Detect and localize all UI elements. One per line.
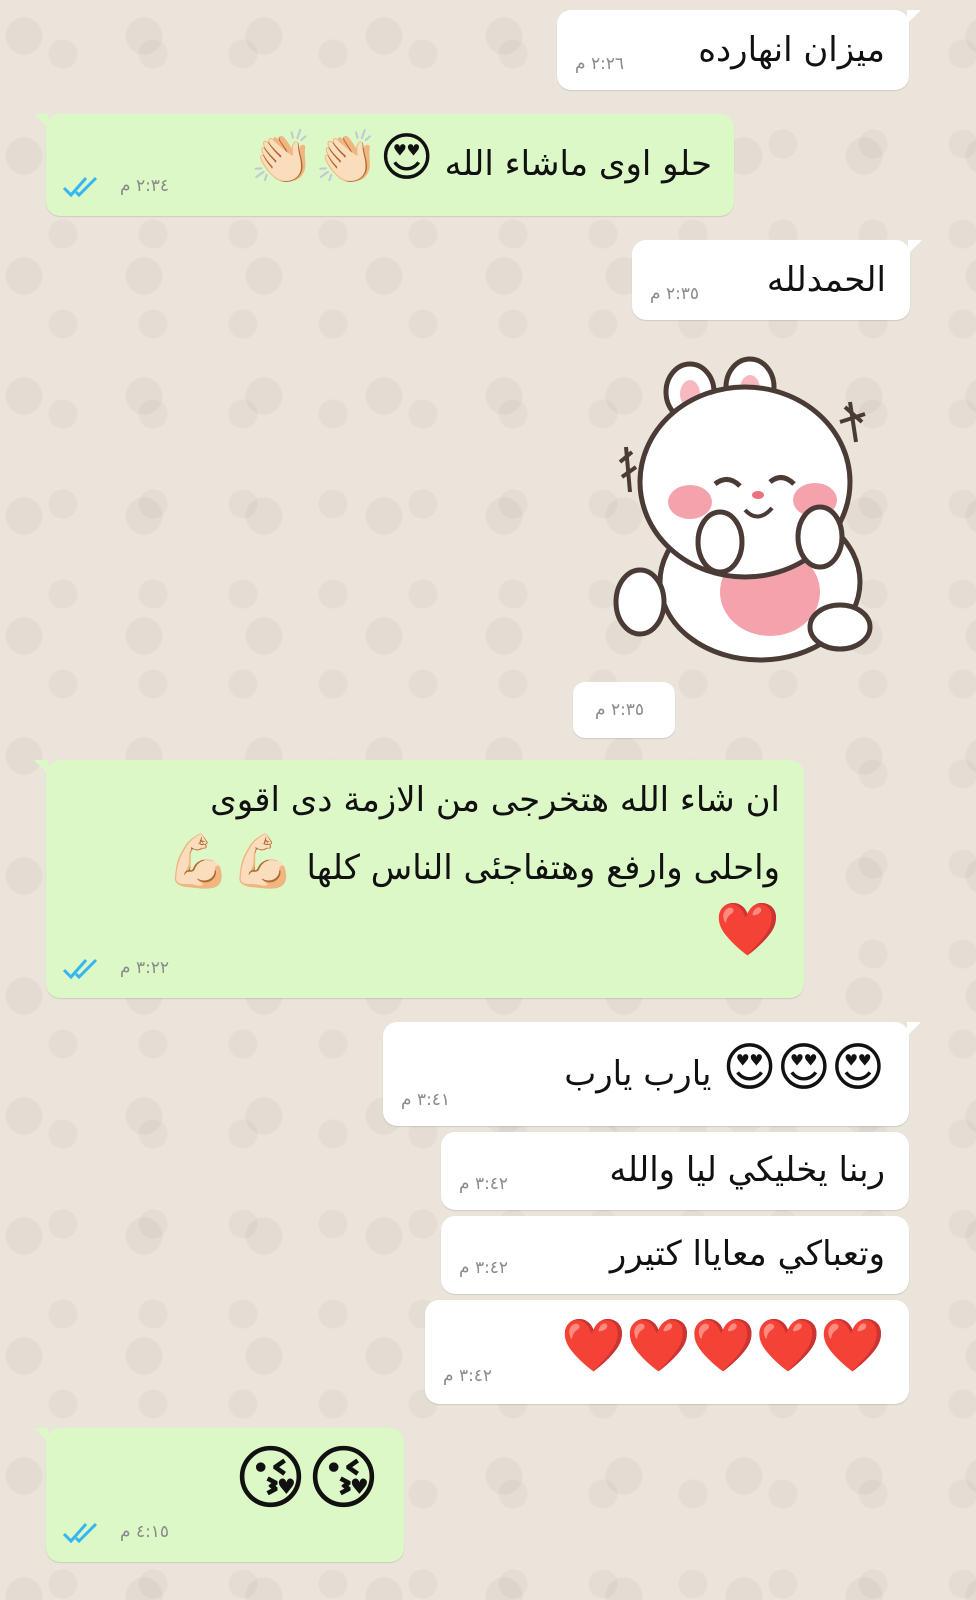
face-blowing-kiss-emoji: 😘 [307, 1437, 380, 1519]
red-heart-emoji: ❤️ [715, 900, 780, 960]
red-heart-emoji: ❤️ [690, 1316, 756, 1376]
message-bubble[interactable]: 😘😘 ٤:١٥ م [34, 1428, 404, 1562]
message-line: واحلى وارفع وهتفاجئى الناس كلها 💪🏻💪🏻 [66, 832, 780, 900]
message-text: ربنا يخليكي ليا والله [609, 1150, 885, 1190]
message-time: ٢:٢٦ م [575, 54, 625, 74]
flexed-biceps-emoji: 💪🏻 [166, 832, 231, 892]
message-time: ٣:٤٢ م [459, 1174, 509, 1194]
clapping-hands-emoji: 👏🏻 [314, 128, 380, 188]
bunny-sticker[interactable] [610, 352, 880, 672]
message-time: ٣:٤٢ م [443, 1366, 493, 1386]
read-receipt-icon [62, 176, 98, 198]
red-heart-emoji: ❤️ [820, 1316, 885, 1376]
message-time: ٣:٤٢ م [459, 1258, 509, 1278]
message-line: ان شاء الله هتخرجى من الازمة دى اقوى [210, 780, 780, 820]
heart-eyes-emoji: 😍 [379, 128, 434, 188]
message-bubble[interactable]: ميزان انهارده ٢:٢٦ م [557, 10, 921, 90]
message-text: ❤️❤️❤️❤️❤️ [535, 1316, 885, 1384]
message-time: ٤:١٥ م [120, 1522, 170, 1542]
message-bubble[interactable]: حلو اوى ماشاء الله 😍👏🏻👏🏻 ٢:٣٤ م [34, 114, 734, 216]
message-text: 😍😍😍 يارب يارب [483, 1038, 885, 1106]
heart-eyes-emoji: 😍 [830, 1038, 885, 1098]
message-text: ان شاء الله هتخرجى من الازمة دى اقوى واح… [66, 768, 780, 968]
read-receipt-icon [62, 958, 98, 980]
face-blowing-kiss-emoji: 😘 [234, 1437, 308, 1519]
message-time: ٣:٢٢ م [120, 958, 170, 978]
sticker-time-badge: ٢:٣٥ م [573, 682, 675, 738]
message-text-content: يارب يارب [564, 1054, 712, 1094]
message-time: ٢:٣٥ م [650, 284, 700, 304]
message-text: 😘😘 [196, 1443, 380, 1523]
message-bubble[interactable]: ❤️❤️❤️❤️❤️ ٣:٤٢ م [425, 1300, 909, 1404]
clapping-hands-emoji: 👏🏻 [250, 128, 315, 188]
message-bubble[interactable]: ربنا يخليكي ليا والله ٣:٤٢ م [441, 1132, 909, 1210]
message-bubble[interactable]: الحمدلله ٢:٣٥ م [632, 240, 922, 320]
red-heart-emoji: ❤️ [561, 1316, 626, 1376]
red-heart-emoji: ❤️ [755, 1316, 821, 1376]
heart-eyes-emoji: 😍 [722, 1038, 777, 1098]
message-time: ٣:٤١ م [401, 1090, 451, 1110]
message-text: حلو اوى ماشاء الله 😍👏🏻👏🏻 [216, 128, 712, 196]
message-text: وتعباكي معاياا كتيرر [609, 1234, 885, 1274]
message-bubble[interactable]: وتعباكي معاياا كتيرر ٣:٤٢ م [441, 1216, 909, 1294]
message-bubble[interactable]: 😍😍😍 يارب يارب ٣:٤١ م [383, 1022, 921, 1126]
message-line-text: واحلى وارفع وهتفاجئى الناس كلها [306, 848, 780, 888]
message-bubble[interactable]: ان شاء الله هتخرجى من الازمة دى اقوى واح… [34, 760, 804, 998]
flexed-biceps-emoji: 💪🏻 [230, 832, 296, 892]
message-time: ٢:٣٤ م [120, 176, 170, 196]
message-text-content: حلو اوى ماشاء الله [444, 144, 712, 184]
message-time: ٢:٣٥ م [595, 700, 645, 720]
red-heart-emoji: ❤️ [626, 1316, 691, 1376]
message-line: ❤️ [66, 900, 780, 968]
heart-eyes-emoji: 😍 [776, 1038, 831, 1098]
read-receipt-icon [62, 1522, 98, 1544]
